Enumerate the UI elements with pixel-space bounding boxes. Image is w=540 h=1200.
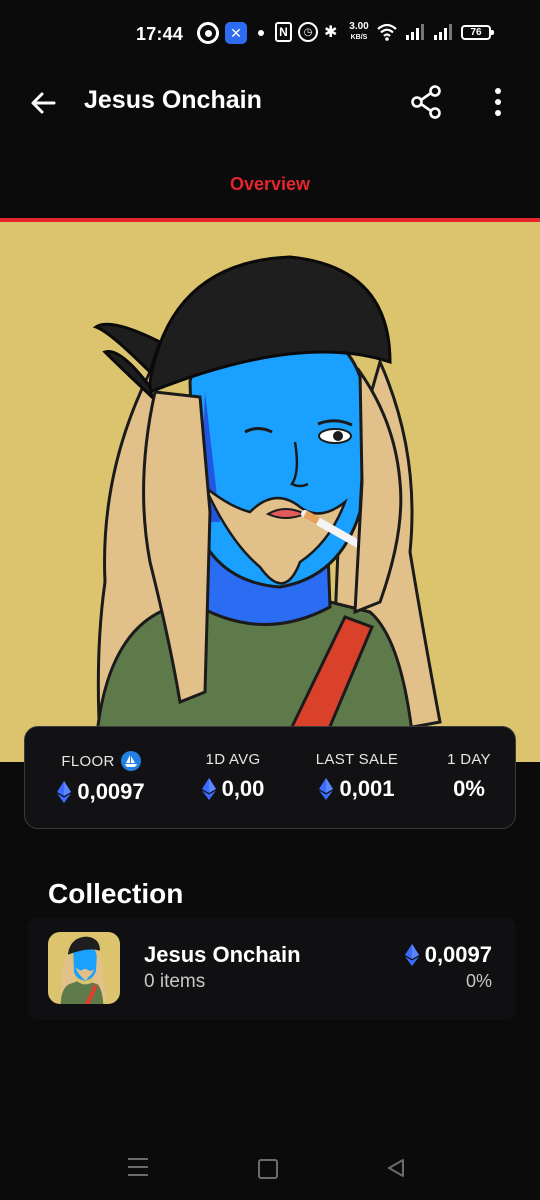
app-bar: Jesus Onchain xyxy=(0,68,540,138)
status-bar: 17:44 ✕ N ◷ ✱ 3.00 KB/S 76 xyxy=(0,0,540,68)
target-app-icon xyxy=(197,22,219,44)
collection-item-count: 0 items xyxy=(144,971,206,992)
tab-overview[interactable]: Overview xyxy=(0,174,540,195)
nfc-icon: N xyxy=(275,22,292,42)
back-button[interactable] xyxy=(26,86,60,120)
collection-thumbnail xyxy=(48,932,120,1004)
network-speed-value: 3.00 xyxy=(349,21,369,32)
share-button[interactable] xyxy=(406,82,446,122)
system-back-button[interactable] xyxy=(385,1157,407,1179)
opensea-icon xyxy=(120,751,141,771)
1-day-value: 0% xyxy=(453,776,485,801)
1-day-label: 1 DAY xyxy=(447,751,491,768)
tab-bar: Overview xyxy=(0,160,540,222)
arrow-left-icon xyxy=(31,92,56,114)
status-time: 17:44 xyxy=(136,24,184,44)
collection-price-value: 0,0097 xyxy=(424,942,492,967)
notification-dot-icon xyxy=(258,30,264,36)
eth-icon xyxy=(57,781,72,803)
floor-label: FLOOR xyxy=(61,752,115,770)
stat-last-sale: LAST SALE 0,001 xyxy=(308,751,406,802)
floor-value: 0,0097 xyxy=(77,779,145,804)
stat-1d-avg: 1D AVG 0,00 xyxy=(193,751,273,802)
home-button[interactable] xyxy=(258,1159,278,1179)
recent-apps-button[interactable] xyxy=(128,1158,148,1176)
more-vertical-icon xyxy=(495,88,501,94)
page-title: Jesus Onchain xyxy=(84,86,262,114)
last-sale-label: LAST SALE xyxy=(315,751,399,768)
more-options-button[interactable] xyxy=(484,82,512,122)
app-notification-icon: ✕ xyxy=(225,22,247,44)
collection-price: 0,0097 xyxy=(404,942,492,968)
last-sale-value: 0,001 xyxy=(339,776,395,801)
1d-avg-value: 0,00 xyxy=(221,776,265,801)
collection-item[interactable]: Jesus Onchain 0 items 0,0097 0% xyxy=(28,918,516,1020)
network-speed: 3.00 KB/S xyxy=(345,22,373,43)
triangle-back-icon xyxy=(388,1159,404,1177)
eth-icon xyxy=(404,944,419,966)
collection-heading: Collection xyxy=(48,878,184,909)
system-nav-bar xyxy=(0,1140,540,1200)
1d-avg-label: 1D AVG xyxy=(205,751,261,768)
nft-image[interactable] xyxy=(0,222,540,762)
collection-name: Jesus Onchain xyxy=(144,942,301,967)
wifi-icon xyxy=(376,22,398,42)
stats-card: FLOOR 0,0097 1D AVG 0,00 LAST SALE 0,001… xyxy=(24,726,516,829)
signal-2-icon xyxy=(432,22,454,42)
alarm-icon: ◷ xyxy=(298,22,318,42)
eth-icon xyxy=(319,778,334,800)
nft-artwork xyxy=(92,255,442,762)
network-speed-unit: KB/S xyxy=(350,34,368,41)
share-icon xyxy=(411,85,441,119)
collection-change: 0% xyxy=(465,971,492,991)
eth-icon xyxy=(201,778,216,800)
bluetooth-icon: ✱ xyxy=(324,24,338,41)
stat-floor: FLOOR 0,0097 xyxy=(51,751,151,805)
stat-1-day: 1 DAY 0% xyxy=(437,751,501,802)
battery-icon: 76 xyxy=(461,25,494,40)
signal-1-icon xyxy=(404,22,426,42)
